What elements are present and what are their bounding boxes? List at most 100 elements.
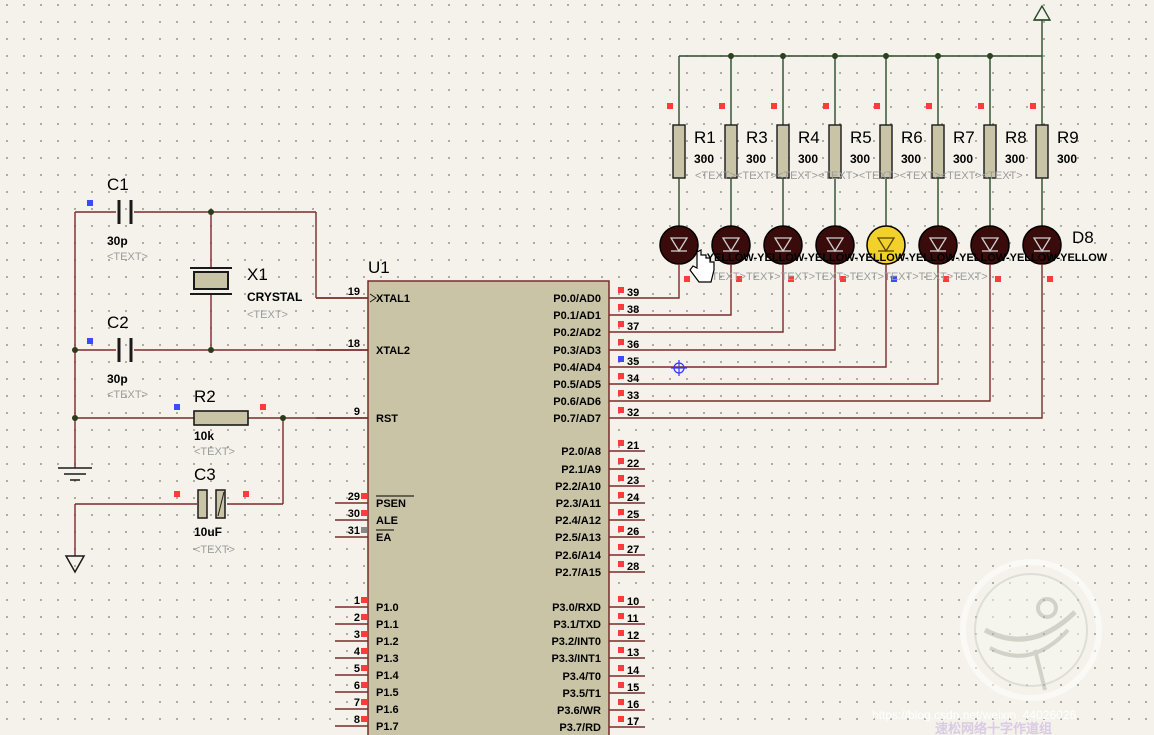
resistor-body[interactable] <box>672 124 686 179</box>
resistor-value: 300 <box>1057 152 1077 166</box>
u1-pin-number: 31 <box>348 525 360 537</box>
pin-marker <box>361 597 367 603</box>
u1-pin-name: P2.3/A11 <box>556 498 601 510</box>
u1-pin-number: 12 <box>627 630 639 642</box>
schematic-canvas[interactable]: C1 30p <TEXT> C2 30p <TEXT> X1 CRYSTAL <… <box>0 0 1154 735</box>
pin-marker <box>618 509 624 515</box>
pin-marker <box>1030 103 1036 109</box>
pin-marker <box>618 613 624 619</box>
u1-pin-number: 29 <box>348 491 360 503</box>
u1-pin-number: 23 <box>627 475 639 487</box>
pin-marker <box>361 699 367 705</box>
c1-ref: C1 <box>107 175 129 194</box>
pin-marker <box>361 510 367 516</box>
u1-pin-name: P0.4/AD4 <box>553 362 602 374</box>
u1-pin-name: P2.6/A14 <box>555 550 602 562</box>
u1-pin-name: P0.1/AD1 <box>553 310 601 322</box>
resistor-ref: R7 <box>953 128 975 147</box>
led-label-row: <TEXT>TEXT>TEXT>TEXT>TEXT>TEXT>TEXT>TEXT… <box>705 271 988 283</box>
u1-pin-number: 18 <box>348 338 360 350</box>
pin-marker <box>361 614 367 620</box>
u1-pin-number: 15 <box>627 682 639 694</box>
pin-marker <box>771 103 777 109</box>
u1-pin-name: P1.4 <box>376 670 400 682</box>
pin-marker <box>719 103 725 109</box>
c1-text: <TEXT> <box>107 251 148 263</box>
watermark-url: https://blog.csdn.net/weixin_44026026 <box>872 708 1076 722</box>
c2-pin-marker <box>87 338 93 344</box>
u1-pin-name: PSEN <box>376 498 406 510</box>
u1-pin-number: 28 <box>627 561 639 573</box>
u1-pin-name: EA <box>376 532 391 544</box>
u1-pin-number: 22 <box>627 458 639 470</box>
u1-pin-name: P1.1 <box>376 619 399 631</box>
pin-marker <box>823 103 829 109</box>
resistor-ref: R9 <box>1057 128 1079 147</box>
c2-ref: C2 <box>107 313 129 332</box>
pin-marker <box>361 648 367 654</box>
led-d8-ref: D8 <box>1072 228 1094 247</box>
u1-pin-number: 32 <box>627 407 639 419</box>
u1-pin-name: P2.2/A10 <box>555 481 601 493</box>
resistor-value: 300 <box>850 152 870 166</box>
pin-marker <box>618 373 624 379</box>
u1-pin-name: P2.0/A8 <box>561 446 601 458</box>
u1-ref: U1 <box>368 258 390 277</box>
u1-pin-number: 39 <box>627 287 639 299</box>
u1-pin-name: P0.0/AD0 <box>553 293 601 305</box>
u1-pin-name: P0.6/AD6 <box>553 396 601 408</box>
c3-value: 10uF <box>194 525 222 539</box>
watermark-cn-text: 速松网络十字作道组 <box>935 721 1052 735</box>
u1-pin-number: 14 <box>627 665 640 677</box>
pin-marker <box>361 682 367 688</box>
pin-marker <box>618 339 624 345</box>
u1-pin-name: P3.0/RXD <box>552 602 601 614</box>
pin-marker <box>618 596 624 602</box>
pin-marker <box>618 390 624 396</box>
r2-value: 10k <box>194 429 214 443</box>
u1-pin-number: 27 <box>627 544 639 556</box>
u1-pin-name: P0.7/AD7 <box>553 413 601 425</box>
pin-marker <box>361 631 367 637</box>
pin-marker <box>361 527 367 533</box>
pin-marker <box>618 561 624 567</box>
pin-marker <box>361 716 367 722</box>
pin-marker <box>618 492 624 498</box>
pin-marker <box>618 321 624 327</box>
u1-pin-name: P1.3 <box>376 653 399 665</box>
u1-pin-number: 2 <box>354 612 360 624</box>
pin-marker <box>618 407 624 413</box>
u1-pin-number: 25 <box>627 509 639 521</box>
pin-marker <box>684 276 690 282</box>
x1-ref: X1 <box>247 265 268 284</box>
u1-pin-name: P0.5/AD5 <box>553 379 601 391</box>
u1-pin-number: 21 <box>627 440 639 452</box>
resistor-ref: R1 <box>694 128 716 147</box>
led-unlit[interactable] <box>659 225 699 265</box>
u1-pin-name: P1.0 <box>376 602 399 614</box>
watermark-seal-logo <box>960 559 1102 701</box>
u1-pin-name: P2.4/A12 <box>555 515 601 527</box>
resistor-body[interactable] <box>1035 124 1049 179</box>
r2-text: <TEXT> <box>194 446 235 458</box>
pin-marker <box>618 682 624 688</box>
resistor-value: 300 <box>746 152 766 166</box>
u1-pin-name: P3.2/INT0 <box>551 636 601 648</box>
u1-pin-name: P3.4/T0 <box>562 671 601 683</box>
c2-value: 30p <box>107 372 128 386</box>
pin-marker <box>618 716 624 722</box>
pin-marker <box>618 440 624 446</box>
u1-pin-number: 30 <box>348 508 360 520</box>
u1-pin-number: 16 <box>627 699 639 711</box>
u1-pin-name: P3.7/RD <box>559 722 601 734</box>
u1-pin-name: P1.2 <box>376 636 399 648</box>
c3-ref: C3 <box>194 465 216 484</box>
u1-pin-number: 10 <box>627 596 639 608</box>
u1-pin-name: XTAL2 <box>376 345 410 357</box>
u1-pin-name: XTAL1 <box>376 293 410 305</box>
r2-pin-marker-right <box>260 404 266 410</box>
resistor-ref: R5 <box>850 128 872 147</box>
pin-marker <box>667 103 673 109</box>
c1-pin-marker <box>87 200 93 206</box>
resistor-ref: R8 <box>1005 128 1027 147</box>
